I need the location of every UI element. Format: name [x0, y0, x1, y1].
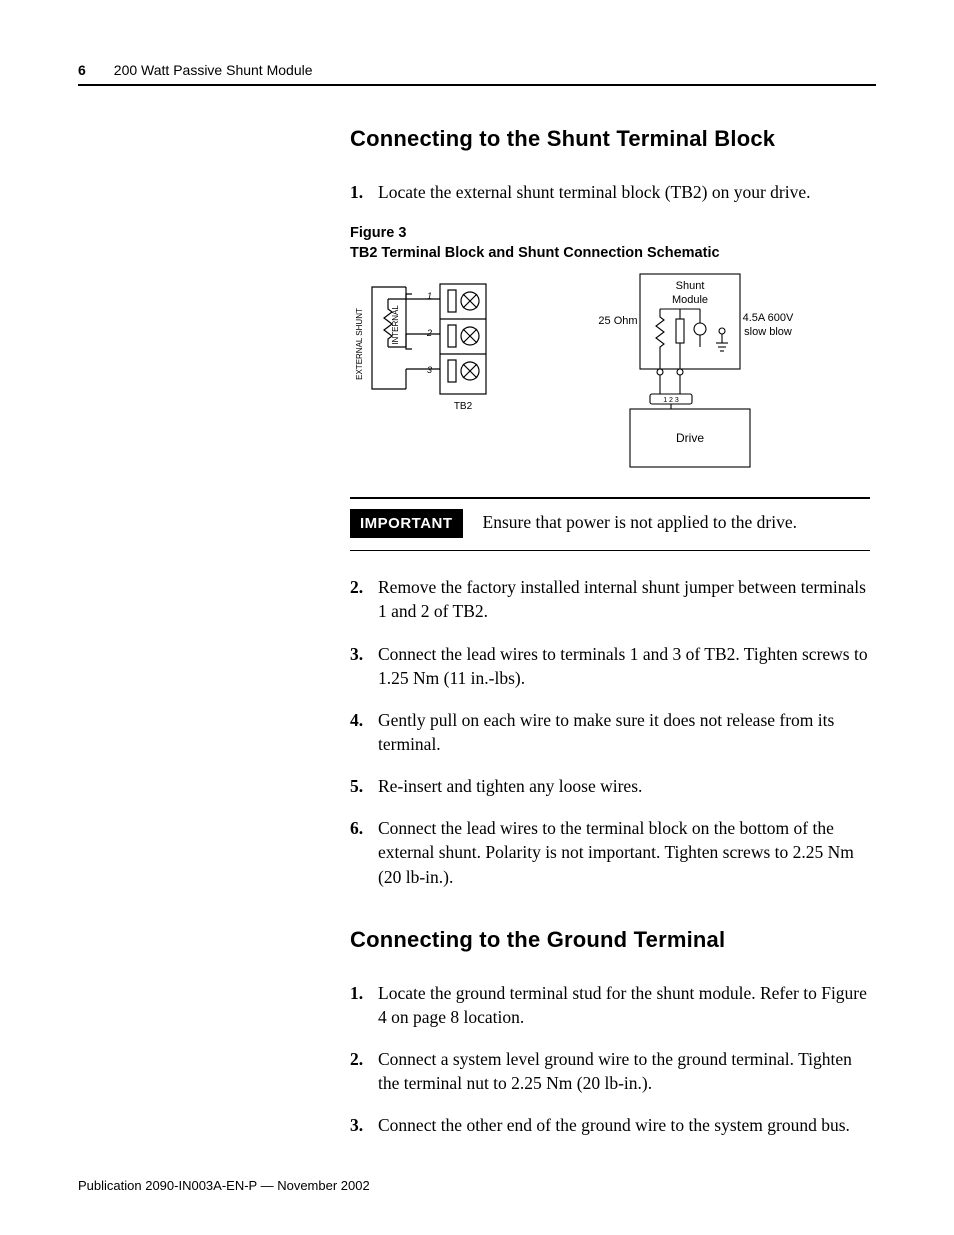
step-number: 3.	[350, 1113, 378, 1137]
list-item: 5.Re-insert and tighten any loose wires.	[350, 774, 870, 798]
important-badge: IMPORTANT	[350, 509, 463, 538]
step-text: Connect the lead wires to terminals 1 an…	[378, 642, 870, 690]
svg-text:Module: Module	[672, 294, 708, 306]
step-list: 1.Locate the ground terminal stud for th…	[350, 981, 870, 1138]
svg-text:3: 3	[427, 365, 432, 375]
list-item: 1. Locate the external shunt terminal bl…	[350, 180, 870, 204]
svg-text:1 2 3: 1 2 3	[663, 397, 679, 404]
step-number: 2.	[350, 575, 378, 623]
step-text: Remove the factory installed internal sh…	[378, 575, 870, 623]
section-heading: Connecting to the Shunt Terminal Block	[350, 126, 870, 152]
step-number: 3.	[350, 642, 378, 690]
step-list: 1. Locate the external shunt terminal bl…	[350, 180, 870, 204]
step-text: Gently pull on each wire to make sure it…	[378, 708, 870, 756]
svg-text:25 Ohm: 25 Ohm	[598, 315, 637, 327]
svg-text:2: 2	[426, 328, 432, 338]
step-text: Re-insert and tighten any loose wires.	[378, 774, 870, 798]
list-item: 1.Locate the ground terminal stud for th…	[350, 981, 870, 1029]
section-heading: Connecting to the Ground Terminal	[350, 927, 870, 953]
important-callout: IMPORTANT Ensure that power is not appli…	[350, 497, 870, 551]
running-header: 6 200 Watt Passive Shunt Module	[78, 62, 876, 78]
svg-text:TB2: TB2	[454, 401, 473, 412]
figure: EXTERNAL SHUNT INTERNAL	[350, 269, 870, 479]
svg-text:1: 1	[427, 291, 432, 301]
list-item: 2.Remove the factory installed internal …	[350, 575, 870, 623]
list-item: 2.Connect a system level ground wire to …	[350, 1047, 870, 1095]
svg-text:4.5A 600V: 4.5A 600V	[743, 312, 794, 324]
step-text: Connect a system level ground wire to th…	[378, 1047, 870, 1095]
step-number: 2.	[350, 1047, 378, 1095]
figure-title: TB2 Terminal Block and Shunt Connection …	[350, 245, 720, 261]
footer: Publication 2090-IN003A-EN-P — November …	[78, 1178, 370, 1193]
header-rule	[78, 84, 876, 86]
list-item: 3.Connect the lead wires to terminals 1 …	[350, 642, 870, 690]
step-text: Connect the other end of the ground wire…	[378, 1113, 870, 1137]
tb2-schematic-icon: EXTERNAL SHUNT INTERNAL	[350, 269, 510, 419]
list-item: 3.Connect the other end of the ground wi…	[350, 1113, 870, 1137]
svg-text:slow blow: slow blow	[744, 326, 792, 338]
step-number: 1.	[350, 981, 378, 1029]
svg-text:Drive: Drive	[676, 431, 704, 445]
doc-title: 200 Watt Passive Shunt Module	[114, 62, 313, 78]
step-text: Locate the ground terminal stud for the …	[378, 981, 870, 1029]
step-number: 1.	[350, 180, 378, 204]
step-list: 2.Remove the factory installed internal …	[350, 575, 870, 888]
main-content: Connecting to the Shunt Terminal Block 1…	[350, 126, 870, 1137]
step-text: Locate the external shunt terminal block…	[378, 180, 870, 204]
step-number: 5.	[350, 774, 378, 798]
shunt-drive-schematic-icon: Shunt Module 25 Ohm 4.5A 600V slow blow	[580, 269, 800, 479]
list-item: 4.Gently pull on each wire to make sure …	[350, 708, 870, 756]
step-number: 6.	[350, 816, 378, 888]
step-number: 4.	[350, 708, 378, 756]
svg-text:Shunt: Shunt	[676, 280, 705, 292]
step-text: Connect the lead wires to the terminal b…	[378, 816, 870, 888]
figure-number: Figure 3	[350, 225, 406, 241]
svg-text:EXTERNAL SHUNT: EXTERNAL SHUNT	[355, 308, 364, 380]
page: 6 200 Watt Passive Shunt Module Connecti…	[0, 0, 954, 1235]
figure-caption: Figure 3 TB2 Terminal Block and Shunt Co…	[350, 224, 870, 263]
svg-text:INTERNAL: INTERNAL	[391, 305, 400, 345]
page-number: 6	[78, 62, 86, 78]
important-text: Ensure that power is not applied to the …	[483, 509, 870, 534]
list-item: 6.Connect the lead wires to the terminal…	[350, 816, 870, 888]
